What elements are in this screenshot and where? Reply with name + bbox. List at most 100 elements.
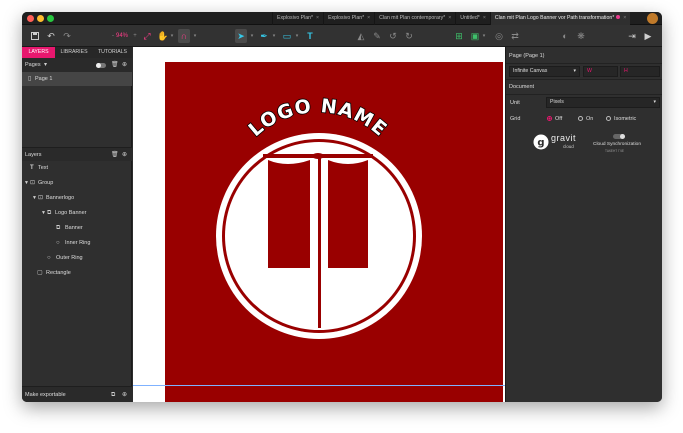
canvas-mode-select[interactable]: Infinite Canvas ▾ (509, 66, 580, 77)
tab-libraries[interactable]: LIBRARIES (55, 47, 93, 58)
add-export-icon[interactable]: ⊕ (122, 387, 127, 402)
document-tab[interactable]: Explosivo Plan* × (323, 12, 374, 25)
height-label: H (624, 68, 628, 74)
grid-off-label: Off (555, 116, 563, 122)
sync-label: Cloud Synchronization (593, 142, 641, 147)
svg-text:g: g (537, 138, 544, 149)
export-icon[interactable]: ⇥ (627, 29, 637, 43)
align-icon[interactable]: ◭ (356, 29, 366, 43)
layer-item-group[interactable]: ▼ ⊡ Group (22, 176, 132, 190)
layer-item-text[interactable]: T Text (22, 161, 132, 175)
unit-select[interactable]: Pixels ▾ (546, 97, 660, 108)
chevron-down-icon[interactable]: ▾ (192, 29, 198, 43)
fit-screen-icon[interactable]: ⤢ (142, 29, 152, 43)
guide-line (133, 385, 505, 386)
pen-tool-icon[interactable]: ✒ (259, 29, 269, 43)
layer-item-outer-ring[interactable]: ○ Outer Ring (22, 251, 132, 265)
tab-layers[interactable]: LAYERS (22, 47, 55, 58)
hand-tool-icon[interactable]: ✋ (157, 29, 168, 43)
sync-toggle[interactable] (613, 134, 625, 139)
page-item-label: Page 1 (35, 76, 53, 82)
zoom-level[interactable]: 94% (116, 29, 128, 43)
rectangle-tool-icon[interactable]: ▭ (282, 29, 292, 43)
layer-item-banner[interactable]: ⧉ Banner (22, 221, 132, 235)
mask-icon[interactable]: ◐ (560, 29, 570, 43)
chevron-down-icon[interactable]: ▾ (294, 29, 300, 43)
document-tab[interactable]: Untitled* × (455, 12, 490, 25)
layer-label: Rectangle (46, 270, 71, 276)
trash-icon[interactable]: 🗑 (111, 58, 119, 72)
sync-sub-label: ТАКЕНТ ГЧЕ (605, 149, 625, 153)
group-icon[interactable]: ▣ (470, 29, 480, 43)
page-item[interactable]: ▯ Page 1 (22, 72, 132, 86)
chevron-down-icon: ▾ (653, 99, 656, 105)
rotate-left-icon[interactable]: ↺ (388, 29, 398, 43)
grid-isometric-radio[interactable] (606, 116, 611, 121)
chevron-down-icon[interactable]: ▾ (481, 29, 487, 43)
document-tab-active[interactable]: Clan mit Plan Logo Banner vor Path trans… (489, 12, 631, 25)
layer-item-inner-ring[interactable]: ○ Inner Ring (22, 236, 132, 250)
text-tool-icon[interactable]: T (305, 29, 315, 43)
expand-triangle-icon[interactable]: ▼ (32, 191, 37, 205)
path-edit-icon[interactable]: ✎ (372, 29, 382, 43)
chevron-down-icon[interactable]: ▾ (249, 29, 255, 43)
compound-icon: ⧉ (47, 210, 52, 216)
group-icon: ⊡ (30, 180, 36, 186)
layer-item-rectangle[interactable]: ▢ Rectangle (22, 266, 132, 280)
height-field[interactable]: H (620, 66, 660, 77)
tab-label: Clan mit Plan contemporary* (379, 15, 446, 21)
expand-triangle-icon[interactable]: ▼ (41, 206, 46, 220)
grid-on-radio[interactable] (578, 116, 583, 121)
minimize-window-button[interactable] (37, 15, 44, 22)
ellipse-icon: ○ (47, 255, 51, 261)
tab-tutorials[interactable]: TUTORIALS (93, 47, 132, 58)
trash-icon[interactable]: 🗑 (111, 148, 119, 162)
layer-item-bannerlogo[interactable]: ▼ ⊡ Bannerlogo (22, 191, 132, 205)
layer-label: Text (38, 165, 49, 171)
tab-label: Untitled* (460, 15, 480, 21)
flip-icon[interactable]: ⇄ (510, 29, 520, 43)
present-icon[interactable]: ▶ (643, 29, 653, 43)
main-toolbar: ↶ ↷ - 94% + ⤢ ✋ ▾ ∩ ▾ ➤ ▾ ✒ ▾ ▭ ▾ T ◭ ✎ … (22, 25, 662, 47)
undo-icon[interactable]: ↶ (46, 29, 56, 43)
add-page-icon[interactable]: ⊕ (122, 58, 127, 72)
pointer-tool-icon[interactable]: ➤ (235, 29, 247, 43)
document-tab[interactable]: Clan mit Plan contemporary* × (374, 12, 455, 25)
save-icon[interactable] (30, 29, 40, 43)
pages-toggle[interactable] (96, 63, 106, 68)
tab-close-icon[interactable]: × (623, 15, 626, 21)
layer-label: Inner Ring (65, 240, 91, 246)
tab-close-icon[interactable]: × (483, 15, 486, 21)
width-field[interactable]: W (583, 66, 618, 77)
layer-item-logo-banner[interactable]: ▼ ⧉ Logo Banner (22, 206, 132, 220)
canvas-area[interactable]: LOGO NAME (133, 47, 505, 402)
chevron-down-icon[interactable]: ▾ (271, 29, 277, 43)
rotate-right-icon[interactable]: ↻ (404, 29, 414, 43)
redo-icon[interactable]: ↷ (62, 29, 72, 43)
add-layer-icon[interactable]: ⊕ (122, 148, 127, 162)
effects-icon[interactable]: ❋ (576, 29, 586, 43)
left-panel-tabs: LAYERS LIBRARIES TUTORIALS (22, 47, 132, 58)
artboard[interactable]: LOGO NAME (165, 62, 503, 402)
tab-close-icon[interactable]: × (448, 15, 451, 21)
document-tab[interactable]: Explosivo Plan* × (272, 12, 323, 25)
tab-close-icon[interactable]: × (367, 15, 370, 21)
zoom-in-icon[interactable]: + (132, 29, 138, 43)
export-slice-icon[interactable]: ⧉ (111, 387, 115, 402)
maximize-window-button[interactable] (47, 15, 54, 22)
expand-triangle-icon[interactable]: ▼ (24, 176, 29, 190)
close-window-button[interactable] (27, 15, 34, 22)
brand-name: gravit (551, 133, 577, 143)
boolean-icon[interactable]: ◎ (494, 29, 504, 43)
gravit-cloud-widget: g gravit cloud Cloud Synchronization ТАК… (533, 131, 643, 161)
arrange-icon[interactable]: ⊞ (454, 29, 464, 43)
user-avatar[interactable] (647, 13, 658, 24)
make-exportable-label[interactable]: Make exportable (25, 387, 66, 402)
chevron-down-icon[interactable]: ▾ (44, 58, 47, 72)
grid-on-label: On (586, 116, 594, 122)
snap-magnet-icon[interactable]: ∩ (178, 29, 190, 43)
width-label: W (587, 68, 592, 74)
tab-close-icon[interactable]: × (316, 15, 319, 21)
chevron-down-icon[interactable]: ▾ (169, 29, 175, 43)
grid-off-radio[interactable] (547, 116, 552, 121)
